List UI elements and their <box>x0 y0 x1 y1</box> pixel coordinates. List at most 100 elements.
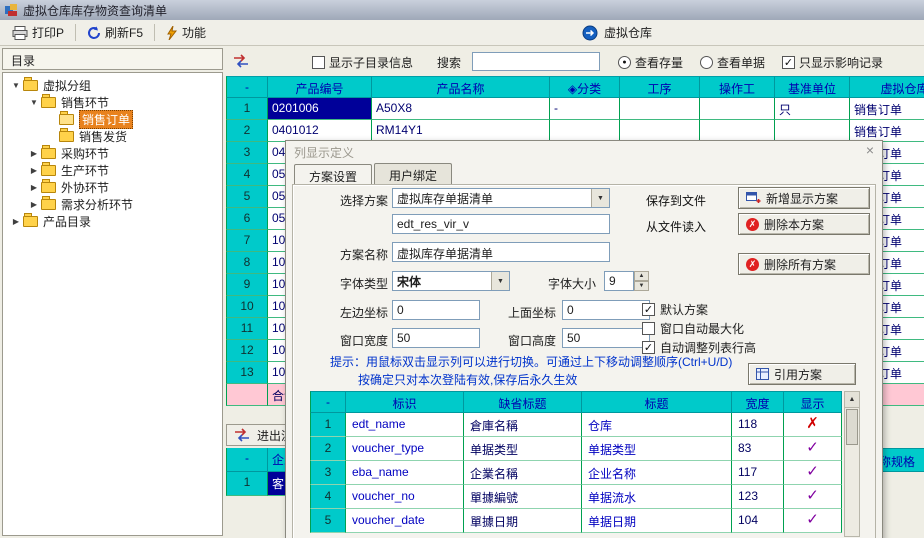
cell[interactable]: RM14Y1 <box>372 120 550 142</box>
refresh-button[interactable]: 刷新F5 <box>79 21 151 45</box>
scheme-select[interactable]: 虚拟库存单据清单 ▼ <box>392 188 610 208</box>
cell[interactable]: - <box>550 98 620 120</box>
vertical-scrollbar[interactable]: ▲ <box>844 391 860 537</box>
tree-item[interactable]: 销售发货 <box>3 128 222 145</box>
dialog-titlebar[interactable]: 列显示定义 × <box>286 141 882 161</box>
column-header[interactable]: ◈分类 <box>550 76 620 98</box>
top-coord-field[interactable]: 0 <box>562 300 650 320</box>
cell[interactable]: 83 <box>732 437 784 461</box>
column-header[interactable]: 缺省标题 <box>464 391 582 413</box>
cell[interactable]: 企業名稱 <box>464 461 582 485</box>
resource-field[interactable]: edt_res_vir_v <box>392 214 610 234</box>
add-scheme-button[interactable]: 新增显示方案 <box>738 187 870 209</box>
column-header[interactable]: 基准单位 <box>775 76 850 98</box>
display-mark[interactable]: ✗ <box>784 413 842 437</box>
cell[interactable]: voucher_type <box>346 437 464 461</box>
expander-icon[interactable]: ▼ <box>27 98 41 107</box>
tree-item[interactable]: ▶采购环节 <box>3 145 222 162</box>
dialog-grid-row[interactable]: 2voucher_type单据类型单据类型83✓ <box>310 437 844 461</box>
cell[interactable]: 104 <box>732 509 784 533</box>
cell[interactable]: eba_name <box>346 461 464 485</box>
cell[interactable]: 117 <box>732 461 784 485</box>
show-subdir-checkbox[interactable]: 显示子目录信息 <box>312 54 413 71</box>
chevron-down-icon[interactable]: ▼ <box>591 189 609 207</box>
column-header[interactable]: 产品名称 <box>372 76 550 98</box>
cell[interactable] <box>700 98 775 120</box>
expander-icon[interactable]: ▼ <box>9 81 23 90</box>
affected-only-checkbox[interactable]: ✓ 只显示影响记录 <box>782 54 883 71</box>
tree-item[interactable]: ▶需求分析环节 <box>3 196 222 213</box>
tree-item[interactable]: ▶生产环节 <box>3 162 222 179</box>
column-header[interactable]: 产品编号 <box>268 76 372 98</box>
delete-all-schemes-button[interactable]: ✗ 删除所有方案 <box>738 253 870 275</box>
cell[interactable]: 0201006 <box>268 98 372 120</box>
window-height-field[interactable]: 50 <box>562 328 650 348</box>
cell[interactable]: voucher_no <box>346 485 464 509</box>
table-row[interactable]: 20401012RM14Y1销售订单 <box>226 120 924 142</box>
cell[interactable]: 只 <box>775 98 850 120</box>
window-width-field[interactable]: 50 <box>392 328 480 348</box>
column-header[interactable]: 宽度 <box>732 391 784 413</box>
expander-icon[interactable]: ▶ <box>27 166 41 175</box>
column-header[interactable]: 标题 <box>582 391 732 413</box>
cell[interactable]: 单据流水 <box>582 485 732 509</box>
view-voucher-radio[interactable]: 查看单据 <box>700 54 765 71</box>
column-header[interactable]: 操作工 <box>700 76 775 98</box>
display-mark[interactable]: ✓ <box>784 509 842 533</box>
close-icon[interactable]: × <box>866 142 874 158</box>
column-header[interactable]: - <box>310 391 346 413</box>
save-to-file-button[interactable]: 保存到文件 <box>646 192 706 209</box>
cell[interactable] <box>775 120 850 142</box>
cell[interactable]: 销售订单 <box>850 120 924 142</box>
reference-scheme-button[interactable]: 引用方案 <box>748 363 856 385</box>
tree-item[interactable]: ▶产品目录 <box>3 213 222 230</box>
column-header[interactable]: 标识 <box>346 391 464 413</box>
cell[interactable]: 单据类型 <box>464 437 582 461</box>
cell[interactable]: 单据类型 <box>582 437 732 461</box>
column-header[interactable]: 工序 <box>620 76 700 98</box>
search-input[interactable] <box>472 52 600 71</box>
expander-icon[interactable]: ▶ <box>9 217 23 226</box>
display-mark[interactable]: ✓ <box>784 485 842 509</box>
cell[interactable]: A50X8 <box>372 98 550 120</box>
view-stock-radio[interactable]: ● 查看存量 <box>618 54 683 71</box>
function-button[interactable]: 功能 <box>158 21 214 45</box>
display-mark[interactable]: ✓ <box>784 437 842 461</box>
font-size-value[interactable]: 9 <box>604 271 634 291</box>
display-mark[interactable]: ✓ <box>784 461 842 485</box>
tree-item[interactable]: ▼销售环节 <box>3 94 222 111</box>
expander-icon[interactable]: ▶ <box>27 200 41 209</box>
font-size-stepper[interactable]: 9 ▲ ▼ <box>604 271 649 291</box>
scroll-up-icon[interactable]: ▲ <box>845 392 859 408</box>
scrollbar-thumb[interactable] <box>846 409 858 445</box>
delete-scheme-button[interactable]: ✗ 删除本方案 <box>738 213 870 235</box>
cell[interactable]: 仓库 <box>582 413 732 437</box>
dialog-grid-row[interactable]: 4voucher_no單據編號单据流水123✓ <box>310 485 844 509</box>
spin-up-icon[interactable]: ▲ <box>634 271 649 281</box>
tree-item[interactable]: 销售订单 <box>3 111 222 128</box>
column-header[interactable]: 虚拟仓库 <box>850 76 924 98</box>
cell[interactable]: 企业名称 <box>582 461 732 485</box>
cell[interactable]: 倉庫名稱 <box>464 413 582 437</box>
cell[interactable]: voucher_date <box>346 509 464 533</box>
cell[interactable]: 123 <box>732 485 784 509</box>
dialog-grid-row[interactable]: 1edt_name倉庫名稱仓库118✗ <box>310 413 844 437</box>
default-scheme-checkbox[interactable]: ✓ 默认方案 <box>642 301 708 318</box>
font-type-select[interactable]: 宋体 ▼ <box>392 271 510 291</box>
cell[interactable] <box>550 120 620 142</box>
tree-item[interactable]: ▶外协环节 <box>3 179 222 196</box>
column-header[interactable]: - <box>226 76 268 98</box>
cell[interactable]: 118 <box>732 413 784 437</box>
column-header[interactable]: 显示 <box>784 391 842 413</box>
table-row[interactable]: 10201006A50X8-只销售订单 <box>226 98 924 120</box>
cell[interactable]: edt_name <box>346 413 464 437</box>
auto-maximize-checkbox[interactable]: 窗口自动最大化 <box>642 320 744 337</box>
cell[interactable]: 销售订单 <box>850 98 924 120</box>
cell[interactable] <box>620 98 700 120</box>
cell[interactable]: 單據日期 <box>464 509 582 533</box>
cell[interactable] <box>700 120 775 142</box>
dialog-grid-row[interactable]: 5voucher_date單據日期单据日期104✓ <box>310 509 844 533</box>
cell[interactable]: 单据日期 <box>582 509 732 533</box>
tree-item[interactable]: ▼虚拟分组 <box>3 77 222 94</box>
chevron-down-icon[interactable]: ▼ <box>491 272 509 290</box>
